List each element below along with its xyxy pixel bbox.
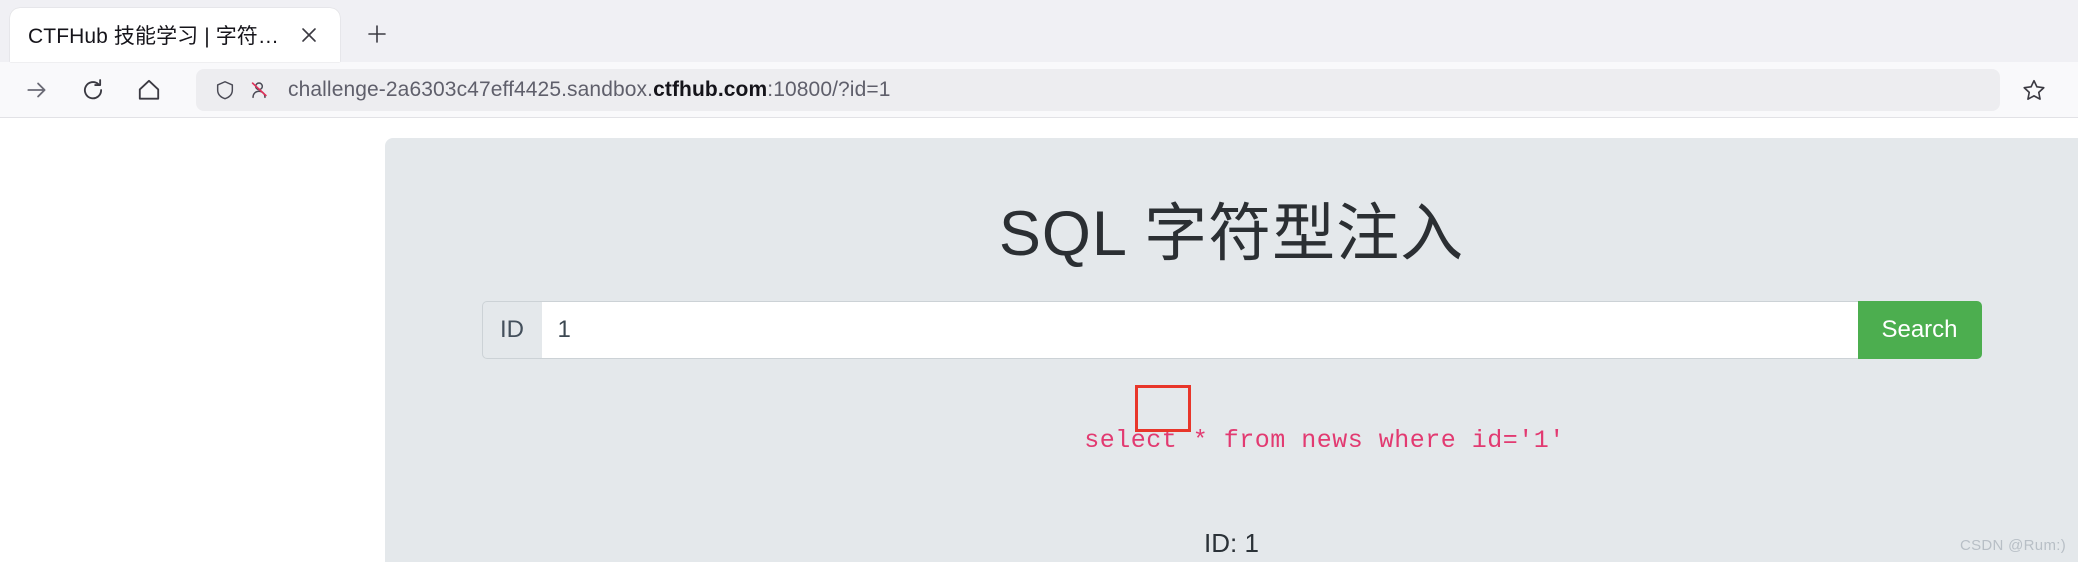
shield-icon[interactable] xyxy=(210,75,240,105)
query-result: select * from news where id='1' ID: 1 Da… xyxy=(482,385,1982,562)
navigation-toolbar: challenge-2a6303c47eff4425.sandbox.ctfhu… xyxy=(0,62,2078,118)
url-text: challenge-2a6303c47eff4425.sandbox.ctfhu… xyxy=(288,78,891,102)
browser-window: CTFHub 技能学习 | 字符型注入 challenge-2a6303c47e… xyxy=(0,0,2078,562)
tracker-blocked-icon[interactable] xyxy=(244,75,274,105)
browser-tab[interactable]: CTFHub 技能学习 | 字符型注入 xyxy=(10,8,340,62)
content-container: SQL 字符型注入 ID Search select * from news w… xyxy=(481,138,1982,562)
result-id-line: ID: 1 xyxy=(1204,528,1259,559)
close-icon[interactable] xyxy=(292,18,326,52)
sql-query-string: select * from news where id='1' xyxy=(1084,426,1565,456)
url-host: ctfhub.com xyxy=(653,77,768,101)
address-bar[interactable]: challenge-2a6303c47eff4425.sandbox.ctfhu… xyxy=(196,68,2000,111)
watermark: CSDN @Rum:) xyxy=(1959,537,2066,554)
url-prefix: challenge-2a6303c47eff4425.sandbox. xyxy=(288,77,654,101)
id-search-form: ID Search xyxy=(481,301,1982,360)
url-suffix: :10800/?id=1 xyxy=(767,77,891,101)
page-viewport: SQL 字符型注入 ID Search select * from news w… xyxy=(0,119,2078,562)
forward-icon[interactable] xyxy=(14,67,60,113)
home-icon[interactable] xyxy=(126,67,172,113)
bookmark-star-icon[interactable] xyxy=(2014,70,2054,110)
new-tab-icon[interactable] xyxy=(354,11,400,57)
tab-strip: CTFHub 技能学习 | 字符型注入 xyxy=(0,0,2078,62)
page-title: SQL 字符型注入 xyxy=(998,199,1465,269)
content-panel: SQL 字符型注入 ID Search select * from news w… xyxy=(385,138,2078,562)
search-button[interactable]: Search xyxy=(1857,301,1982,360)
id-input[interactable] xyxy=(541,301,1858,360)
id-label: ID xyxy=(481,301,542,360)
tab-title: CTFHub 技能学习 | 字符型注入 xyxy=(28,25,292,48)
sql-query-text: select * from news where id='1' xyxy=(898,385,1565,513)
reload-icon[interactable] xyxy=(70,67,116,113)
annotation-rectangle xyxy=(1135,385,1192,433)
